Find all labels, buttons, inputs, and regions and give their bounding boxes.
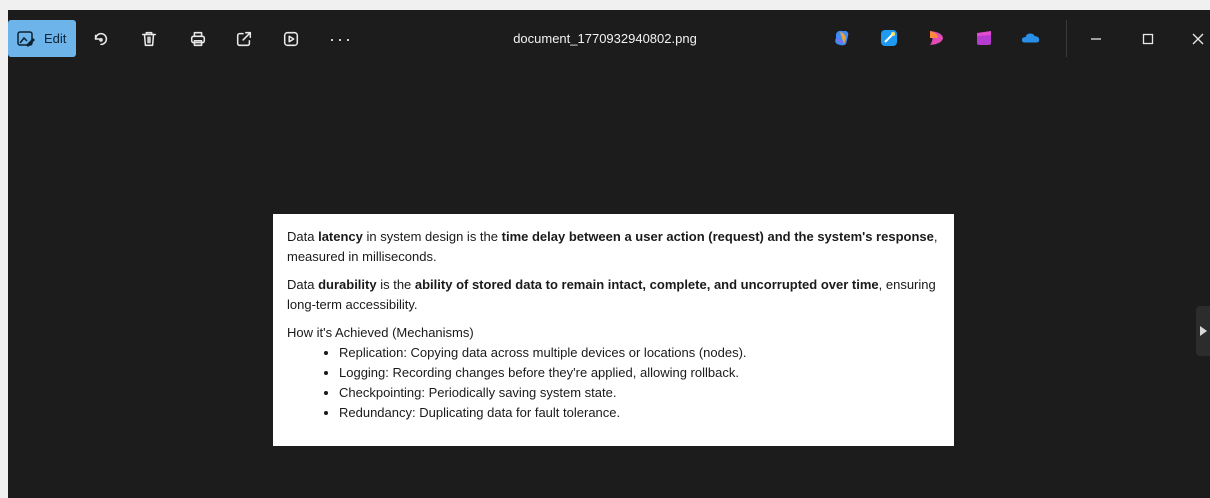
durability-paragraph: Data durability is the ability of stored… [287,275,940,315]
slideshow-icon [283,31,299,47]
edit-label: Edit [44,31,67,46]
copilot-icon[interactable] [832,28,852,48]
bold-term: durability [318,277,377,292]
share-icon [236,31,252,47]
minimize-icon [1091,38,1101,40]
rotate-icon [94,32,108,46]
list-item: Redundancy: Duplicating data for fault t… [339,403,940,423]
text-run: is the [376,277,415,292]
more-options-button[interactable]: ··· [328,28,354,50]
list-item: Logging: Recording changes before they'r… [339,363,940,383]
close-icon [1192,33,1204,45]
designer-icon[interactable] [879,28,899,48]
print-button[interactable] [187,28,209,50]
edit-button[interactable]: Edit [8,20,76,57]
video-editor-icon[interactable] [974,28,994,48]
delete-button[interactable] [138,28,160,50]
window-title: document_1770932940802.png [513,31,697,46]
toolbar-separator [1066,20,1067,57]
share-button[interactable] [233,28,255,50]
maximize-icon [1142,33,1154,45]
text-run: Data [287,229,319,244]
next-image-button[interactable] [1196,306,1210,356]
maximize-button[interactable] [1130,24,1166,54]
latency-paragraph: Data latency in system design is the tim… [287,227,940,267]
list-item: Checkpointing: Periodically saving syste… [339,383,940,403]
minimize-button[interactable] [1078,24,1114,54]
bold-term: latency [318,229,363,244]
bold-definition: ability of stored data to remain intact,… [414,277,879,292]
chevron-right-icon [1200,326,1207,336]
toolbar: Edit ··· document_1770932940802.png [0,0,1210,68]
list-item: Replication: Copying data across multipl… [339,343,940,363]
onedrive-icon[interactable] [1021,28,1041,48]
rotate-button[interactable] [90,28,112,50]
window-frame-left [0,0,8,498]
mechanisms-heading: How it's Achieved (Mechanisms) [287,325,474,340]
document-image: Data latency in system design is the tim… [273,214,954,446]
print-icon [190,31,206,47]
edit-image-icon [17,30,35,47]
slideshow-button[interactable] [280,28,302,50]
mechanisms-list: Replication: Copying data across multipl… [287,343,940,423]
bold-definition: time delay between a user action (reques… [501,229,934,244]
text-run: Data [287,277,319,292]
delete-icon [141,31,157,47]
clipchamp-icon[interactable] [926,28,946,48]
text-run: in system design is the [362,229,502,244]
close-button[interactable] [1180,24,1210,54]
